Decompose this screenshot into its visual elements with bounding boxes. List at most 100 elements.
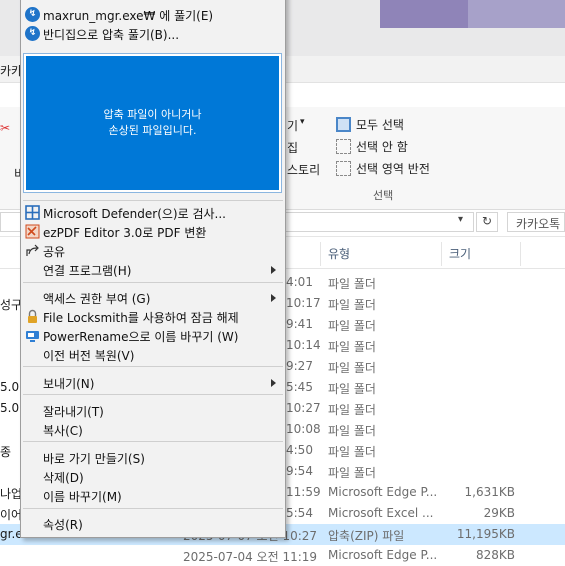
ribbon-group-label: 선택 (373, 189, 394, 202)
file-date: 9:27 (286, 359, 313, 373)
menu-separator (23, 394, 283, 395)
file-date: 10:08 (286, 422, 321, 436)
address-dropdown-icon[interactable]: ▾ (458, 214, 463, 225)
file-type: 파일 폴더 (328, 382, 376, 396)
file-type: 파일 폴더 (328, 298, 376, 312)
file-type: 파일 폴더 (328, 424, 376, 438)
file-name: 종 (0, 445, 12, 459)
menu-item-label: PowerRename으로 이름 바꾸기 (W) (43, 330, 239, 344)
ribbon-partial-edit[interactable]: 집 (287, 139, 298, 156)
file-date: 2025-07-04 오전 11:19 (183, 550, 318, 564)
menu-item-send-to[interactable]: 보내기(N) (21, 373, 285, 392)
menu-item-label: 잘라내기(T) (43, 405, 104, 419)
menu-item-label: 삭제(D) (43, 471, 84, 485)
table-row[interactable]: 2025-07-04 오전 11:19 Microsoft Edge P... … (0, 545, 565, 566)
menu-item-create-shortcut[interactable]: 바로 가기 만들기(S) (21, 448, 285, 467)
menu-item-label: 공유 (43, 245, 66, 259)
menu-item-label: 보내기(N) (43, 377, 95, 391)
file-date: 10:17 (286, 296, 321, 310)
menu-item-share[interactable]: 공유 (21, 241, 285, 260)
menu-item-label: 속성(R) (43, 518, 83, 532)
file-date: 9:54 (286, 464, 313, 478)
menu-item-label: 액세스 권한 부여 (G) (43, 292, 151, 306)
file-type: Microsoft Edge P... (328, 485, 438, 499)
ribbon-partial-history[interactable]: 스토리 (287, 161, 320, 178)
refresh-icon: ↻ (482, 214, 493, 228)
menu-item-extract-to-folder[interactable]: ↯ maxrun_mgr.exe₩ 에 풀기(E) (21, 5, 285, 24)
file-name: 성구 (0, 298, 23, 312)
error-message: 압축 파일이 아니거나 손상된 파일입니다. (103, 108, 202, 137)
menu-item-bandizip-extract[interactable]: ↯ 반디집으로 압축 풀기(B)... (21, 24, 285, 43)
select-all-button[interactable]: 모두 선택 (356, 116, 404, 133)
ezpdf-icon (25, 224, 40, 239)
file-name: 나업 (0, 487, 23, 501)
refresh-button[interactable]: ↻ (476, 212, 498, 232)
invert-selection-icon (336, 161, 351, 176)
menu-item-label: 바로 가기 만들기(S) (43, 452, 145, 466)
submenu-arrow-icon (271, 379, 276, 387)
file-type: 압축(ZIP) 파일 (328, 529, 405, 543)
chevron-down-icon[interactable]: ▾ (300, 117, 305, 127)
invert-selection-button[interactable]: 선택 영역 반전 (356, 160, 430, 177)
menu-separator (23, 366, 283, 367)
submenu-arrow-icon (271, 294, 276, 302)
menu-item-file-locksmith[interactable]: File Locksmith를 사용하여 잠금 해제 (21, 307, 285, 326)
menu-separator (23, 282, 283, 283)
menu-item-copy[interactable]: 복사(C) (21, 420, 285, 439)
search-box[interactable]: 카카오톡 (507, 212, 565, 232)
submenu-arrow-icon (271, 266, 276, 274)
column-divider[interactable] (441, 242, 442, 266)
menu-item-defender-scan[interactable]: Microsoft Defender(으)로 검사... (21, 203, 285, 222)
file-type: 파일 폴더 (328, 277, 376, 291)
menu-item-label: 연결 프로그램(H) (43, 264, 132, 278)
lock-icon (25, 309, 40, 324)
menu-item-delete[interactable]: 삭제(D) (21, 467, 285, 486)
file-date: 5:54 (286, 506, 313, 520)
cut-icon[interactable]: ✂ (0, 121, 10, 135)
file-size: 1,631KB (464, 485, 515, 499)
column-divider[interactable] (320, 242, 321, 266)
menu-item-rename[interactable]: 이름 바꾸기(M) (21, 486, 285, 505)
select-none-icon (336, 139, 351, 154)
ribbon-partial-open[interactable]: 기 (287, 117, 298, 134)
file-type: 파일 폴더 (328, 466, 376, 480)
search-placeholder: 카카오톡 (516, 217, 561, 231)
powerrename-icon (25, 328, 40, 343)
file-size: 29KB (483, 506, 515, 520)
menu-item-cut[interactable]: 잘라내기(T) (21, 401, 285, 420)
file-type: 파일 폴더 (328, 445, 376, 459)
file-type: 파일 폴더 (328, 319, 376, 333)
menu-item-label: File Locksmith를 사용하여 잠금 해제 (43, 311, 239, 325)
file-type: 파일 폴더 (328, 340, 376, 354)
bandizip-icon: ↯ (25, 26, 40, 41)
column-header-size[interactable]: 크기 (449, 245, 471, 262)
menu-item-label: 이름 바꾸기(M) (43, 490, 122, 504)
menu-item-label: 이전 버전 복원(V) (43, 349, 135, 363)
menu-separator (23, 200, 283, 201)
bandizip-preview-panel: 압축 파일이 아니거나 손상된 파일입니다. (23, 53, 282, 193)
defender-icon (25, 205, 40, 220)
menu-item-ezpdf[interactable]: ezPDF Editor 3.0로 PDF 변환 (21, 222, 285, 241)
file-size: 828KB (475, 548, 515, 562)
menu-item-give-access[interactable]: 액세스 권한 부여 (G) (21, 288, 285, 307)
file-name: 이어 (0, 508, 23, 522)
column-divider[interactable] (520, 242, 521, 266)
file-date: 11:59 (286, 485, 321, 499)
menu-item-label: 복사(C) (43, 424, 83, 438)
menu-item-powerrename[interactable]: PowerRename으로 이름 바꾸기 (W) (21, 326, 285, 345)
column-header-type[interactable]: 유형 (328, 245, 350, 262)
menu-item-properties[interactable]: 속성(R) (21, 514, 285, 533)
file-date: 4:01 (286, 275, 313, 289)
menu-separator (23, 508, 283, 509)
menu-item-label: 반디집으로 압축 풀기(B)... (43, 28, 180, 42)
menu-item-open-with[interactable]: 연결 프로그램(H) (21, 260, 285, 279)
menu-item-label: Microsoft Defender(으)로 검사... (43, 207, 226, 221)
share-icon (25, 243, 40, 258)
menu-item-restore-versions[interactable]: 이전 버전 복원(V) (21, 345, 285, 364)
error-message-box: 압축 파일이 아니거나 손상된 파일입니다. (26, 56, 279, 190)
select-all-icon (336, 117, 351, 132)
menu-separator (23, 441, 283, 442)
bandizip-icon: ↯ (25, 7, 40, 22)
file-date: 4:50 (286, 443, 313, 457)
select-none-button[interactable]: 선택 안 함 (356, 138, 408, 155)
